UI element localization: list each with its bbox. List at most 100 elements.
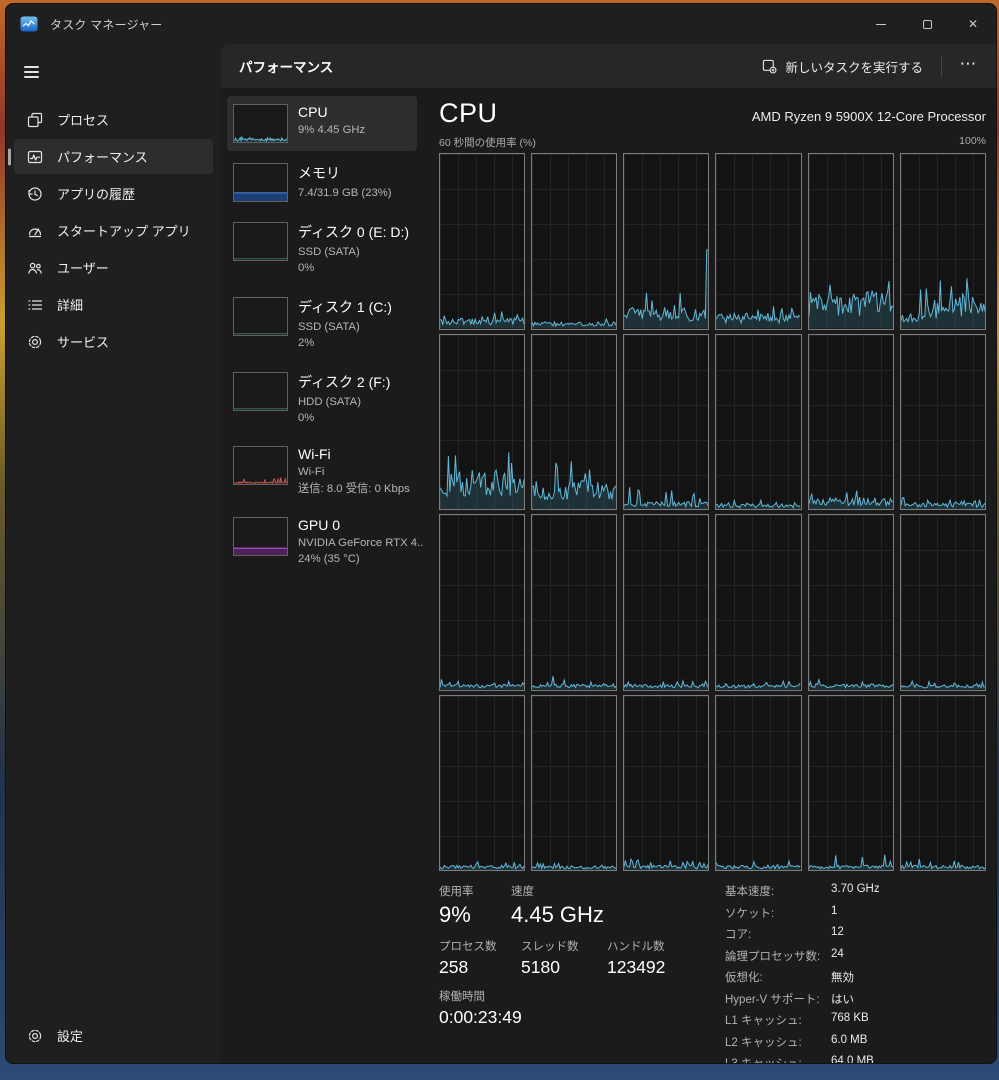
core-graph-1 [531, 153, 617, 330]
disk2-mini-graph [233, 372, 288, 411]
usage-label: 使用率 [439, 883, 491, 899]
processes-icon [26, 111, 43, 128]
perf-item-name: ディスク 1 (C:) [298, 297, 392, 317]
core-graph-16 [808, 514, 894, 691]
task-manager-window: タスク マネージャー ✕ プロセスパフォーマンスアプリの履歴スタートアップ アプ… [5, 3, 997, 1064]
core-graph-14 [623, 514, 709, 691]
speed-label: 速度 [511, 883, 604, 899]
spec-row: コア:12 [725, 926, 880, 942]
perf-item-detail: HDD (SATA) [298, 394, 390, 410]
sidebar-item-performance[interactable]: パフォーマンス [14, 139, 213, 174]
usage-value: 9% [439, 902, 491, 928]
spec-row: 仮想化:無効 [725, 969, 880, 985]
close-icon: ✕ [968, 18, 978, 30]
perf-list-item-disk2[interactable]: ディスク 2 (F:)HDD (SATA)0% [227, 364, 417, 435]
spec-value: はい [831, 991, 854, 1007]
core-graph-10 [808, 334, 894, 511]
cpu-detail-panel: CPU AMD Ryzen 9 5900X 12-Core Processor … [423, 92, 996, 1063]
spec-value: 6.0 MB [831, 1034, 867, 1050]
spec-value: 12 [831, 926, 844, 942]
core-graph-12 [439, 514, 525, 691]
details-icon [26, 296, 43, 313]
sidebar-item-startup-apps[interactable]: スタートアップ アプリ [14, 213, 213, 248]
spec-row: L3 キャッシュ:64.0 MB [725, 1055, 880, 1064]
perf-item-name: メモリ [298, 163, 392, 183]
perf-list-item-disk1[interactable]: ディスク 1 (C:)SSD (SATA)2% [227, 289, 417, 360]
sidebar-item-users[interactable]: ユーザー [14, 250, 213, 285]
perf-list-item-gpu0[interactable]: GPU 0 NVIDIA GeForce RTX 4..24% (35 °C) [227, 509, 417, 576]
processor-name: AMD Ryzen 9 5900X 12-Core Processor [752, 109, 986, 129]
graph-max-label: 100% [959, 135, 986, 150]
sidebar-item-label: パフォーマンス [57, 147, 148, 166]
content-card: パフォーマンス 新しいタスクを実行する ⋯ [221, 44, 996, 1063]
core-graph-6 [439, 334, 525, 511]
perf-list-item-memory[interactable]: メモリ 7.4/31.9 GB (23%) [227, 155, 417, 210]
page-header: パフォーマンス 新しいタスクを実行する ⋯ [221, 44, 996, 88]
cpu-mini-graph [233, 104, 288, 143]
spec-row: 論理プロセッサ数:24 [725, 948, 880, 964]
minimize-button[interactable] [858, 4, 904, 44]
core-graph-13 [531, 514, 617, 691]
handles-label: ハンドル数 [607, 938, 665, 954]
history-icon [26, 185, 43, 202]
performance-icon [26, 148, 43, 165]
perf-item-detail: NVIDIA GeForce RTX 4.. [298, 535, 411, 551]
sidebar-item-services[interactable]: サービス [14, 324, 213, 359]
perf-item-detail: 2% [298, 335, 392, 351]
performance-list: CPU9% 4.45 GHz メモリ 7.4/31.9 GB (23%) ディスク… [221, 92, 423, 1063]
core-graph-17 [900, 514, 986, 691]
perf-item-name: GPU 0 [298, 517, 411, 533]
sidebar-item-label: スタートアップ アプリ [57, 221, 191, 240]
core-graph-9 [715, 334, 801, 511]
spec-label: Hyper-V サポート: [725, 991, 831, 1007]
desktop: { "titlebar": { "title": "タスク マネージャー", "… [0, 0, 999, 1080]
maximize-button[interactable] [904, 4, 950, 44]
logical-processor-grid [439, 153, 986, 871]
close-button[interactable]: ✕ [950, 4, 996, 44]
perf-list-item-wifi[interactable]: Wi-FiWi-Fi送信: 8.0 受信: 0 Kbps [227, 438, 417, 505]
spec-label: L2 キャッシュ: [725, 1034, 831, 1050]
core-graph-19 [531, 695, 617, 872]
core-graph-4 [808, 153, 894, 330]
run-new-task-button[interactable]: 新しいタスクを実行する [752, 50, 933, 83]
perf-item-detail: 7.4/31.9 GB (23%) [298, 185, 392, 201]
perf-list-item-disk0[interactable]: ディスク 0 (E: D:)SSD (SATA)0% [227, 214, 417, 285]
memory-mini-graph [233, 163, 288, 202]
cpu-title: CPU [439, 98, 498, 129]
core-graph-22 [808, 695, 894, 872]
sidebar-item-details[interactable]: 詳細 [14, 287, 213, 322]
processes-value: 258 [439, 957, 501, 978]
perf-item-detail: Wi-Fi [298, 464, 410, 480]
spec-value: 無効 [831, 969, 854, 985]
core-graph-2 [623, 153, 709, 330]
run-new-task-label: 新しいタスクを実行する [785, 57, 923, 76]
uptime-value: 0:00:23:49 [439, 1007, 522, 1028]
spec-label: L3 キャッシュ: [725, 1055, 831, 1064]
sidebar-item-app-history[interactable]: アプリの履歴 [14, 176, 213, 211]
selection-indicator [8, 148, 11, 165]
threads-value: 5180 [521, 957, 587, 978]
core-graph-0 [439, 153, 525, 330]
gpu0-mini-graph [233, 517, 288, 556]
more-options-button[interactable]: ⋯ [950, 52, 986, 80]
perf-item-detail: 24% (35 °C) [298, 551, 411, 567]
sidebar-item-label: プロセス [57, 110, 109, 129]
sidebar-item-settings[interactable]: 設定 [14, 1018, 213, 1053]
spec-value: 768 KB [831, 1012, 869, 1028]
sidebar-item-label: 設定 [57, 1026, 83, 1045]
perf-list-item-cpu[interactable]: CPU9% 4.45 GHz [227, 96, 417, 151]
core-graph-23 [900, 695, 986, 872]
perf-item-name: ディスク 0 (E: D:) [298, 222, 409, 242]
spec-label: L1 キャッシュ: [725, 1012, 831, 1028]
sidebar-item-processes[interactable]: プロセス [14, 102, 213, 137]
sidebar-nav: プロセスパフォーマンスアプリの履歴スタートアップ アプリユーザー詳細サービス [6, 102, 221, 359]
handles-value: 123492 [607, 957, 665, 978]
app-icon [20, 15, 38, 33]
spec-label: ソケット: [725, 905, 831, 921]
wifi-mini-graph [233, 446, 288, 485]
spec-label: コア: [725, 926, 831, 942]
spec-label: 基本速度: [725, 883, 831, 899]
hamburger-menu-button[interactable] [18, 56, 54, 88]
perf-item-detail: 9% 4.45 GHz [298, 122, 365, 138]
spec-row: L1 キャッシュ:768 KB [725, 1012, 880, 1028]
